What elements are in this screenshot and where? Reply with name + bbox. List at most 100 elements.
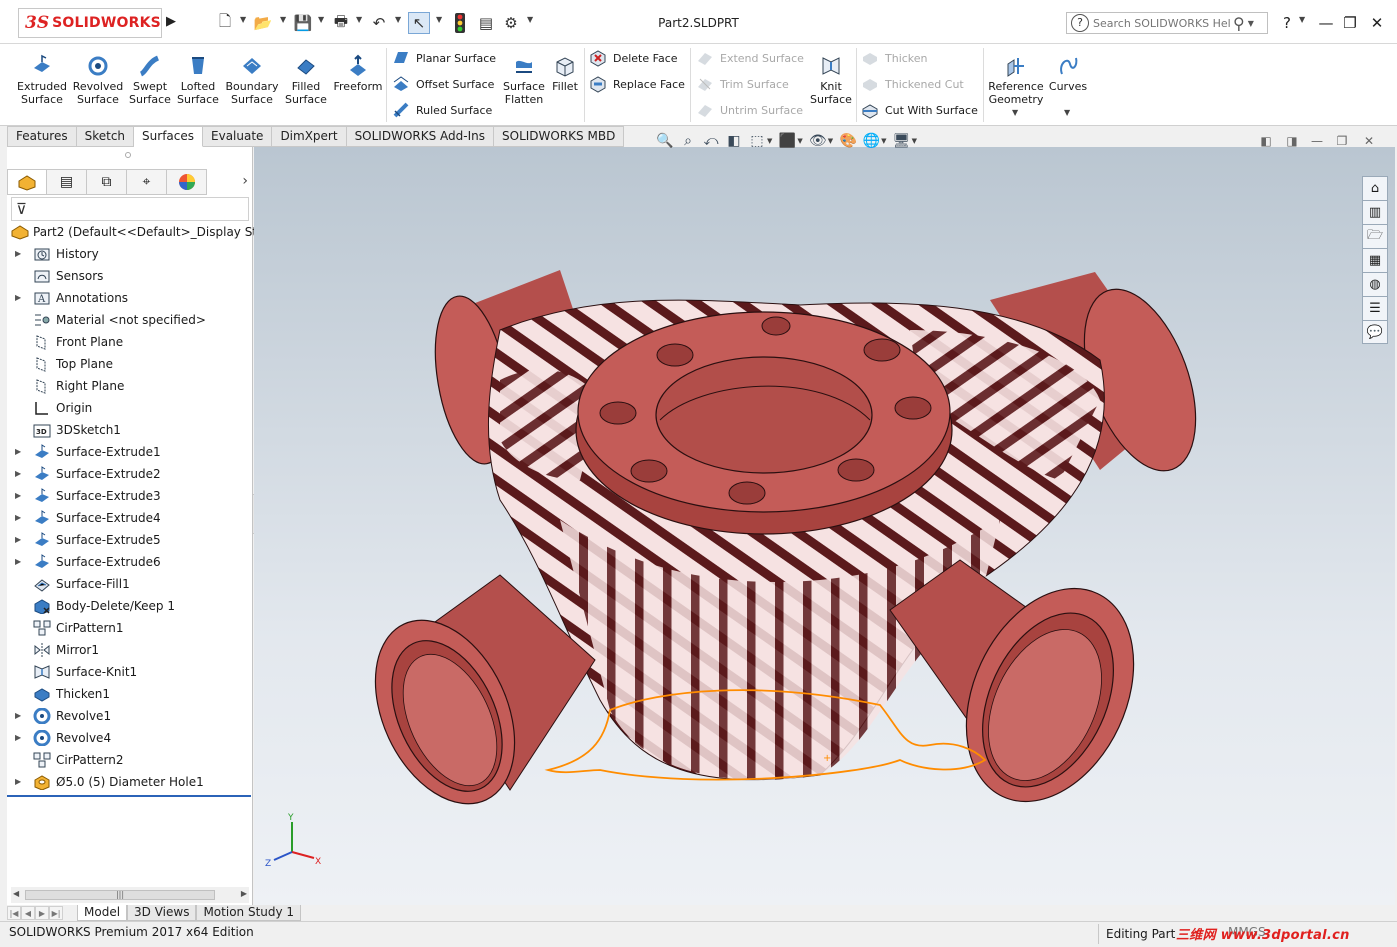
tree-item-material-not-specified[interactable]: Material <not specified> — [7, 309, 253, 331]
solidworks-forum-icon[interactable]: 💬 — [1362, 320, 1388, 344]
tree-item-5-0-5-diameter-hole1[interactable]: ▶ Ø5.0 (5) Diameter Hole1 — [7, 771, 253, 793]
tab-features[interactable]: Features — [7, 126, 77, 147]
tab-motion-study-1[interactable]: Motion Study 1 — [196, 905, 302, 921]
search-dropdown-icon[interactable]: ▼ — [1248, 19, 1254, 28]
file-properties-icon[interactable]: ▤ — [475, 12, 497, 34]
view-settings-icon[interactable]: 🖥 — [892, 131, 912, 151]
tree-item-right-plane[interactable]: Right Plane — [7, 375, 253, 397]
file-explorer-icon[interactable]: 🗁 — [1362, 224, 1388, 248]
apply-scene-dropdown-icon[interactable]: ▼ — [881, 137, 886, 145]
tree-item-thicken1[interactable]: Thicken1 — [7, 683, 253, 705]
tab-model[interactable]: Model — [77, 905, 128, 921]
viewport-close-icon[interactable]: ✕ — [1361, 133, 1377, 149]
ruled-surface-button[interactable]: Ruled Surface — [392, 101, 492, 119]
save-icon[interactable]: 💾 — [292, 12, 314, 34]
tree-item-annotations[interactable]: ▶ A Annotations — [7, 287, 253, 309]
dimxpertmanager-tab-icon[interactable]: ⌖ — [127, 169, 167, 195]
hide-show-dropdown-icon[interactable]: ▼ — [828, 137, 833, 145]
appearances-scenes-icon[interactable]: ◍ — [1362, 272, 1388, 296]
tree-item-surface-extrude2[interactable]: ▶ Surface-Extrude2 — [7, 463, 253, 485]
extend-surface-button[interactable]: Extend Surface — [696, 49, 804, 67]
expand-arrow-icon[interactable]: ▶ — [15, 507, 21, 529]
tree-item-surface-extrude4[interactable]: ▶ Surface-Extrude4 — [7, 507, 253, 529]
expand-arrow-icon[interactable]: ▶ — [15, 287, 21, 309]
tree-item-3dsketch1[interactable]: 3D 3DSketch1 — [7, 419, 253, 441]
new-dropdown-icon[interactable]: ▼ — [240, 15, 246, 24]
revolved-surface-button[interactable]: Revolved Surface — [72, 54, 124, 106]
part-model-render[interactable]: + — [254, 147, 1395, 905]
replace-face-button[interactable]: Replace Face — [589, 75, 685, 93]
curves-dropdown-icon[interactable]: ▼ — [1064, 108, 1070, 117]
displaymanager-tab-icon[interactable] — [167, 169, 207, 195]
expand-arrow-icon[interactable]: ▶ — [15, 243, 21, 265]
tree-item-cirpattern1[interactable]: CirPattern1 — [7, 617, 253, 639]
select-cursor-icon[interactable]: ↖ — [408, 12, 430, 34]
expand-arrow-icon[interactable]: ▶ — [15, 463, 21, 485]
graphics-area[interactable]: + Y X Z — [254, 147, 1395, 905]
coordinate-triad[interactable]: Y X Z — [262, 812, 322, 868]
filter-funnel-icon[interactable]: ⊽ — [16, 200, 27, 218]
configurationmanager-tab-icon[interactable]: ⧉ — [87, 169, 127, 195]
tab-surfaces[interactable]: Surfaces — [134, 126, 204, 147]
open-folder-icon[interactable]: 📂 — [252, 12, 274, 34]
first-tab-arrow-icon[interactable]: |◀ — [7, 906, 21, 920]
print-icon[interactable]: 🖶 — [330, 12, 352, 34]
propertymanager-tab-icon[interactable]: ▤ — [47, 169, 87, 195]
magnifier-icon[interactable]: ⚲ — [1233, 14, 1245, 33]
freeform-button[interactable]: Freeform — [332, 54, 384, 93]
tree-item-origin[interactable]: Origin — [7, 397, 253, 419]
viewport-previous-icon[interactable]: ◧ — [1258, 133, 1274, 149]
tree-item-revolve4[interactable]: ▶ Revolve4 — [7, 727, 253, 749]
search-help-box[interactable]: ? ⚲ ▼ — [1066, 12, 1268, 34]
panel-grip-icon[interactable] — [125, 152, 131, 158]
tree-item-revolve1[interactable]: ▶ Revolve1 — [7, 705, 253, 727]
tree-item-surface-fill1[interactable]: Surface-Fill1 — [7, 573, 253, 595]
untrim-surface-button[interactable]: Untrim Surface — [696, 101, 803, 119]
extruded-surface-button[interactable]: Extruded Surface — [16, 54, 68, 106]
minimize-button[interactable]: — — [1315, 12, 1337, 34]
thickened-cut-button[interactable]: Thickened Cut — [861, 75, 964, 93]
apply-scene-icon[interactable]: 🌐 — [861, 131, 881, 151]
search-help-input[interactable] — [1093, 16, 1231, 30]
expand-arrow-icon[interactable]: ▶ — [15, 727, 21, 749]
help-button[interactable]: ? — [1276, 12, 1298, 34]
view-palette-icon[interactable]: ▦ — [1362, 248, 1388, 272]
close-button[interactable]: ✕ — [1366, 12, 1388, 34]
surface-flatten-button[interactable]: Surface Flatten — [500, 54, 548, 106]
scroll-left-icon[interactable]: ◀ — [13, 889, 19, 898]
tree-item-cirpattern2[interactable]: CirPattern2 — [7, 749, 253, 771]
display-style-icon[interactable]: ⬛ — [777, 131, 797, 151]
tree-item-front-plane[interactable]: Front Plane — [7, 331, 253, 353]
print-dropdown-icon[interactable]: ▼ — [356, 15, 362, 24]
tab-sketch[interactable]: Sketch — [76, 126, 135, 147]
trim-surface-button[interactable]: Trim Surface — [696, 75, 789, 93]
viewport-minimize-icon[interactable]: — — [1309, 133, 1325, 149]
tab-evaluate[interactable]: Evaluate — [203, 126, 273, 147]
section-view-icon[interactable]: ◧ — [724, 131, 744, 151]
curves-button[interactable]: Curves — [1048, 54, 1088, 93]
dynamic-annotation-views-icon[interactable]: ⬚ — [747, 131, 767, 151]
expand-arrow-icon[interactable]: ▶ — [15, 529, 21, 551]
tab-solidworks-add-ins[interactable]: SOLIDWORKS Add-Ins — [346, 126, 494, 147]
undo-dropdown-icon[interactable]: ▼ — [395, 15, 401, 24]
last-tab-arrow-icon[interactable]: ▶| — [49, 906, 63, 920]
undo-icon[interactable]: ↶ — [368, 12, 390, 34]
expand-arrow-icon[interactable]: ▶ — [15, 441, 21, 463]
planar-surface-button[interactable]: Planar Surface — [392, 49, 496, 67]
view-settings-dropdown-icon[interactable]: ▼ — [912, 137, 917, 145]
options-dropdown-icon[interactable]: ▼ — [527, 15, 533, 24]
delete-face-button[interactable]: Delete Face — [589, 49, 678, 67]
tree-item-surface-extrude5[interactable]: ▶ Surface-Extrude5 — [7, 529, 253, 551]
restore-button[interactable]: ❐ — [1339, 12, 1361, 34]
next-tab-arrow-icon[interactable]: ▶ — [35, 906, 49, 920]
rollback-bar[interactable] — [7, 795, 251, 797]
tree-item-surface-extrude6[interactable]: ▶ Surface-Extrude6 — [7, 551, 253, 573]
solidworks-logo[interactable]: 3S SOLIDWORKS — [18, 8, 162, 38]
viewport-restore-icon[interactable]: ❐ — [1334, 133, 1350, 149]
tree-item-surface-knit1[interactable]: Surface-Knit1 — [7, 661, 253, 683]
menu-expand-arrow-icon[interactable]: ▶ — [166, 14, 176, 29]
expand-arrow-icon[interactable]: ▶ — [15, 551, 21, 573]
featuremanager-tab-icon[interactable] — [7, 169, 47, 195]
more-tabs-arrow-icon[interactable]: › — [242, 173, 248, 189]
viewport-next-icon[interactable]: ◨ — [1284, 133, 1300, 149]
